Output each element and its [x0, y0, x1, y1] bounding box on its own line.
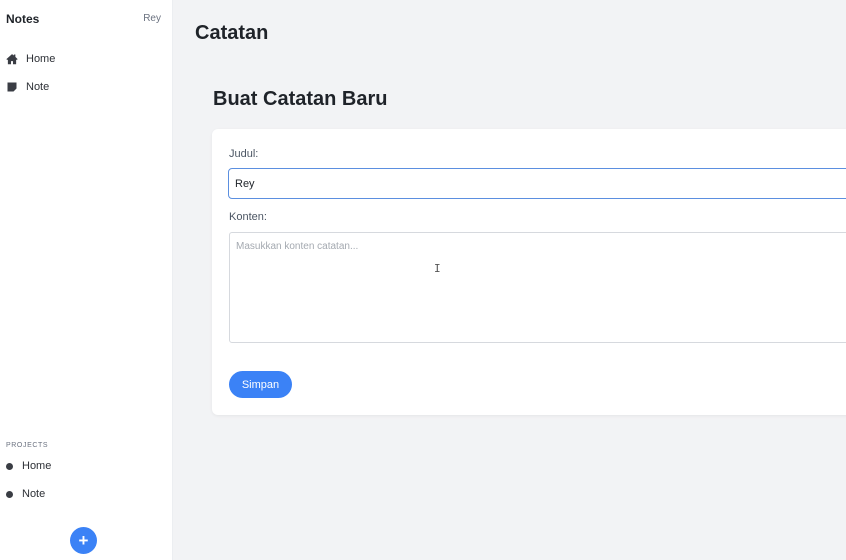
content-label: Konten:	[229, 211, 267, 223]
save-button[interactable]: Simpan	[229, 371, 292, 398]
sidebar-item-home[interactable]: Home	[6, 53, 55, 65]
bullet-dot-icon	[6, 462, 13, 470]
project-item-home[interactable]: Home	[6, 460, 51, 472]
section-title: Buat Catatan Baru	[213, 88, 388, 110]
bullet-dot-icon	[6, 490, 13, 498]
sidebar-item-note[interactable]: Note	[6, 81, 49, 93]
sidebar-item-label: Home	[26, 53, 56, 65]
project-item-note[interactable]: Note	[6, 488, 45, 500]
project-item-label: Home	[22, 460, 52, 472]
plus-icon: +	[78, 531, 89, 550]
new-note-form: Judul: Konten: I Simpan	[212, 129, 846, 415]
add-note-button[interactable]: +	[70, 527, 97, 554]
content-textarea[interactable]	[229, 232, 846, 343]
title-label: Judul:	[229, 148, 259, 160]
note-icon	[7, 82, 17, 92]
sidebar-item-label: Note	[26, 81, 50, 93]
projects-heading: PROJECTS	[6, 442, 49, 449]
home-icon	[6, 54, 18, 65]
page-title: Catatan	[195, 22, 269, 44]
sidebar: Notes Rey Home Note PROJECTS Home Note +	[0, 0, 173, 560]
title-input[interactable]	[228, 168, 846, 199]
project-item-label: Note	[22, 488, 46, 500]
app-brand: Notes	[6, 12, 40, 26]
user-name[interactable]: Rey	[143, 13, 161, 24]
